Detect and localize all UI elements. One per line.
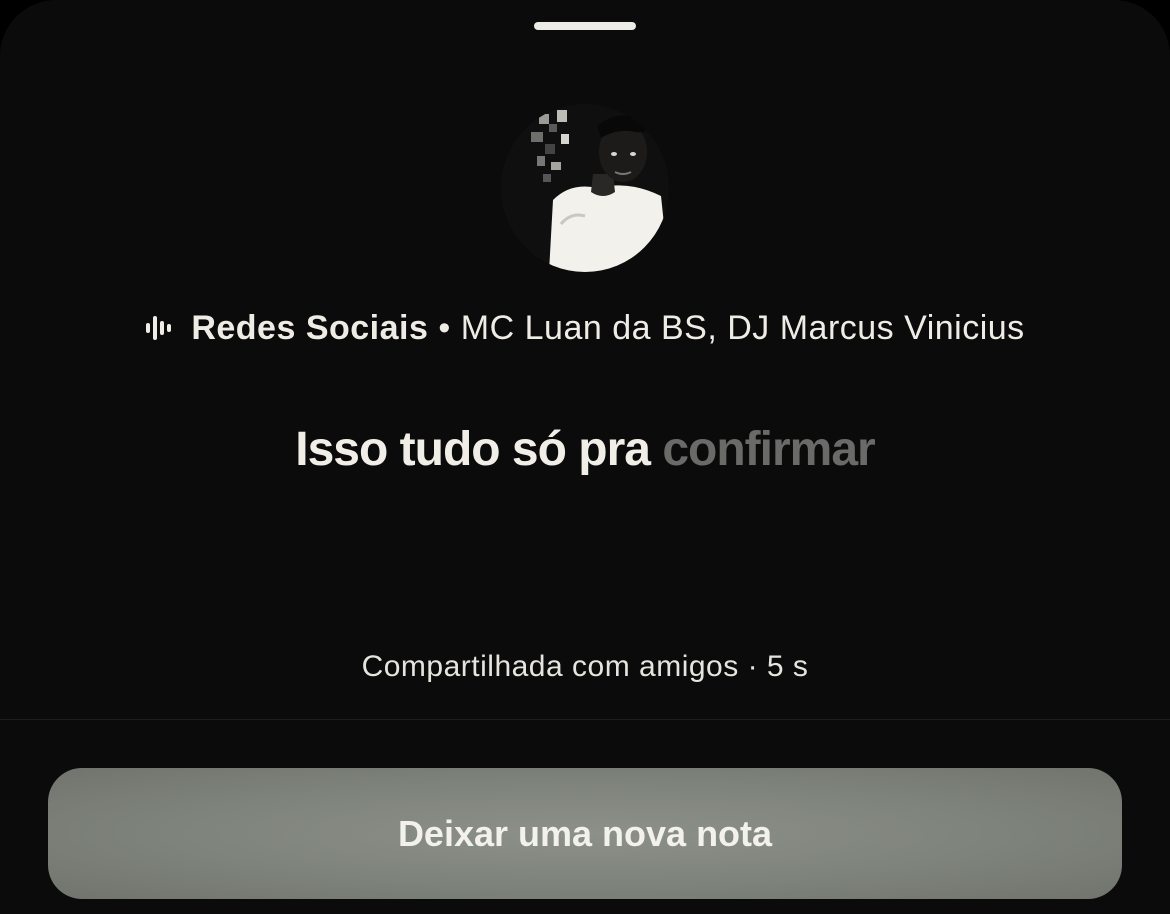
avatar[interactable] (501, 104, 669, 272)
notes-sheet: Redes Sociais • MC Luan da BS, DJ Marcus… (0, 0, 1170, 914)
leave-new-note-button[interactable]: Deixar uma nova nota (48, 768, 1122, 899)
sheet-grabber-handle[interactable] (534, 22, 636, 30)
lyric-line: Isso tudo só pra confirmar (0, 422, 1170, 477)
song-artists: MC Luan da BS, DJ Marcus Vinicius (460, 308, 1025, 347)
song-title: Redes Sociais (191, 308, 429, 347)
avatar-photo (501, 104, 669, 272)
separator-dot: • (438, 308, 451, 347)
share-meta: Compartilhada com amigos · 5 s (361, 650, 809, 683)
song-info[interactable]: Redes Sociais • MC Luan da BS, DJ Marcus… (0, 306, 1170, 350)
audio-wave-icon (145, 315, 173, 341)
divider (0, 719, 1170, 720)
lyric-upcoming-text: confirmar (662, 423, 875, 476)
lyric-sung-text: Isso tudo só pra (295, 423, 651, 476)
